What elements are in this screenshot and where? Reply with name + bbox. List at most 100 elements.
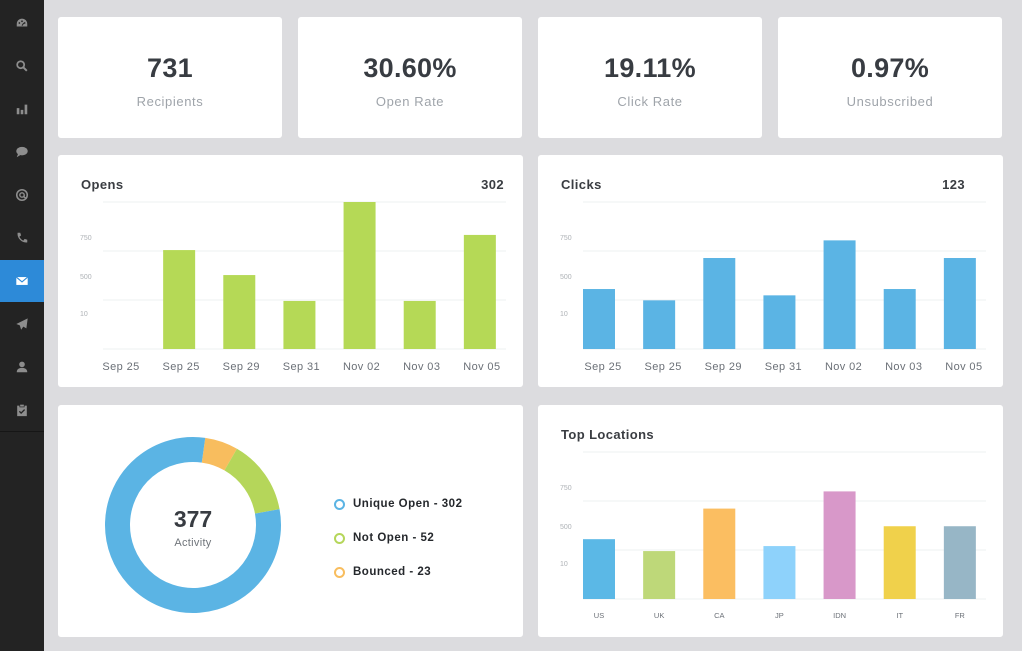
bar <box>763 546 796 599</box>
y-tick-label: 500 <box>560 274 572 281</box>
legend-label: Bounced - 23 <box>353 566 432 578</box>
stat-card-click-rate: 19.11% Click Rate <box>538 17 762 138</box>
opens-chart: 750 500 10 Sep 25 Sep 25 Sep 29 Sep 31 Nov 02 No… <box>80 201 506 373</box>
chart-title: Top Locations <box>561 427 655 442</box>
phone-icon <box>17 232 28 243</box>
y-tick-label: 750 <box>560 485 572 492</box>
legend-item-bounced[interactable]: Bounced - 23 <box>334 555 462 589</box>
legend-item-not-open[interactable]: Not Open - 52 <box>334 521 462 555</box>
y-tick-label: 500 <box>560 524 572 531</box>
x-tick-label: IT <box>896 611 903 620</box>
x-tick-label: Sep 25 <box>102 361 139 373</box>
user-icon <box>16 361 28 373</box>
stat-label: Unsubscribed <box>846 94 934 109</box>
x-tick-label: Sep 29 <box>223 361 260 373</box>
donut-center-value: 377 <box>173 506 213 532</box>
chat-bubble-icon <box>16 146 28 158</box>
stat-value: 19.11% <box>604 53 696 83</box>
x-tick-label: Sep 31 <box>765 361 802 373</box>
bar <box>883 289 916 349</box>
x-tick-label: FR <box>955 611 966 620</box>
x-tick-label: Sep 29 <box>705 361 742 373</box>
sidebar-item-targeting[interactable] <box>0 174 44 216</box>
bar <box>643 551 676 599</box>
sidebar-item-send[interactable] <box>0 303 44 345</box>
paper-plane-icon <box>16 318 28 330</box>
sidebar-item-dashboard[interactable] <box>0 2 44 44</box>
x-tick-label: Nov 05 <box>463 361 500 373</box>
legend-item-unique-open[interactable]: Unique Open - 302 <box>334 487 462 521</box>
envelope-icon <box>15 276 29 285</box>
sidebar-item-search[interactable] <box>0 45 44 87</box>
stat-card-open-rate: 30.60% Open Rate <box>298 17 522 138</box>
stat-label: Recipients <box>136 94 204 109</box>
bar <box>583 289 615 349</box>
stat-label: Open Rate <box>375 94 445 109</box>
bar <box>403 300 436 349</box>
chart-title: Clicks <box>561 177 602 192</box>
search-icon <box>16 60 28 72</box>
y-tick-label: 500 <box>80 274 92 281</box>
sidebar-item-email[interactable] <box>0 260 44 302</box>
at-target-icon <box>15 188 29 202</box>
sidebar-item-reports[interactable] <box>0 88 44 130</box>
bar <box>643 300 676 349</box>
y-tick-label: 750 <box>80 235 92 242</box>
y-tick-label: 10 <box>560 311 568 318</box>
bar <box>583 539 615 599</box>
dashboard-icon <box>16 18 28 27</box>
x-tick-label: US <box>594 611 604 620</box>
bar <box>943 258 976 349</box>
legend-marker <box>334 566 345 578</box>
opens-chart-card: 750 500 10 Sep 25 Sep 25 Sep 29 Sep 31 Nov 02 No… <box>58 155 523 387</box>
stat-value: 0.97% <box>850 53 930 83</box>
x-tick-label: Sep 25 <box>645 361 682 373</box>
sidebar-item-contacts[interactable] <box>0 346 44 388</box>
donut-center-label: Activity <box>174 537 212 549</box>
bar <box>223 275 256 349</box>
bar <box>703 258 736 349</box>
x-tick-label: Nov 03 <box>403 361 440 373</box>
x-tick-label: Sep 31 <box>283 361 320 373</box>
bar <box>823 491 856 599</box>
x-tick-label: Sep 25 <box>584 361 621 373</box>
chart-total: 302 <box>481 177 504 192</box>
stat-card-recipients: 731 Recipients <box>58 17 282 138</box>
x-tick-label: UK <box>654 611 664 620</box>
legend-label: Unique Open - 302 <box>353 498 463 510</box>
bar <box>343 202 376 349</box>
x-tick-label: JP <box>775 611 784 620</box>
bar <box>283 300 316 349</box>
donut-legend: Unique Open - 302 Not Open - 52 Bounced … <box>334 487 462 589</box>
legend-marker <box>334 532 345 544</box>
y-tick-label: 750 <box>560 235 572 242</box>
x-tick-label: Sep 25 <box>163 361 200 373</box>
top-locations-card: 750 500 10 US UK CA JP IDN IT FR Top Locations <box>538 405 1003 637</box>
legend-label: Not Open - 52 <box>353 532 435 544</box>
bar-chart-icon <box>16 104 28 115</box>
bar <box>163 250 196 349</box>
sidebar-item-messages[interactable] <box>0 131 44 173</box>
sidebar <box>0 0 44 651</box>
legend-marker <box>334 498 345 510</box>
bar <box>943 526 976 599</box>
activity-card: 377 Activity Unique Open - 302 Not Open … <box>58 405 523 637</box>
stat-card-unsubscribed: 0.97% Unsubscribed <box>778 17 1002 138</box>
stat-value: 731 <box>147 53 193 83</box>
x-tick-label: Nov 03 <box>885 361 922 373</box>
donut-slice-bounced <box>201 437 237 471</box>
sidebar-item-tasks[interactable] <box>0 389 44 431</box>
bar <box>703 508 736 599</box>
clicks-chart: 750 500 10 Sep 25 Sep 25 Sep 29 Sep 31 Nov 02 No… <box>560 201 986 373</box>
x-tick-label: Nov 02 <box>343 361 380 373</box>
x-tick-label: IDN <box>833 611 846 620</box>
sidebar-item-calls[interactable] <box>0 217 44 259</box>
bar <box>463 234 496 349</box>
chart-title: Opens <box>81 177 124 192</box>
y-tick-label: 10 <box>80 311 88 318</box>
stat-label: Click Rate <box>617 94 683 109</box>
x-tick-label: Nov 02 <box>825 361 862 373</box>
x-tick-label: Nov 05 <box>945 361 982 373</box>
donut-slice-not-open <box>224 448 280 515</box>
bar <box>823 240 856 349</box>
